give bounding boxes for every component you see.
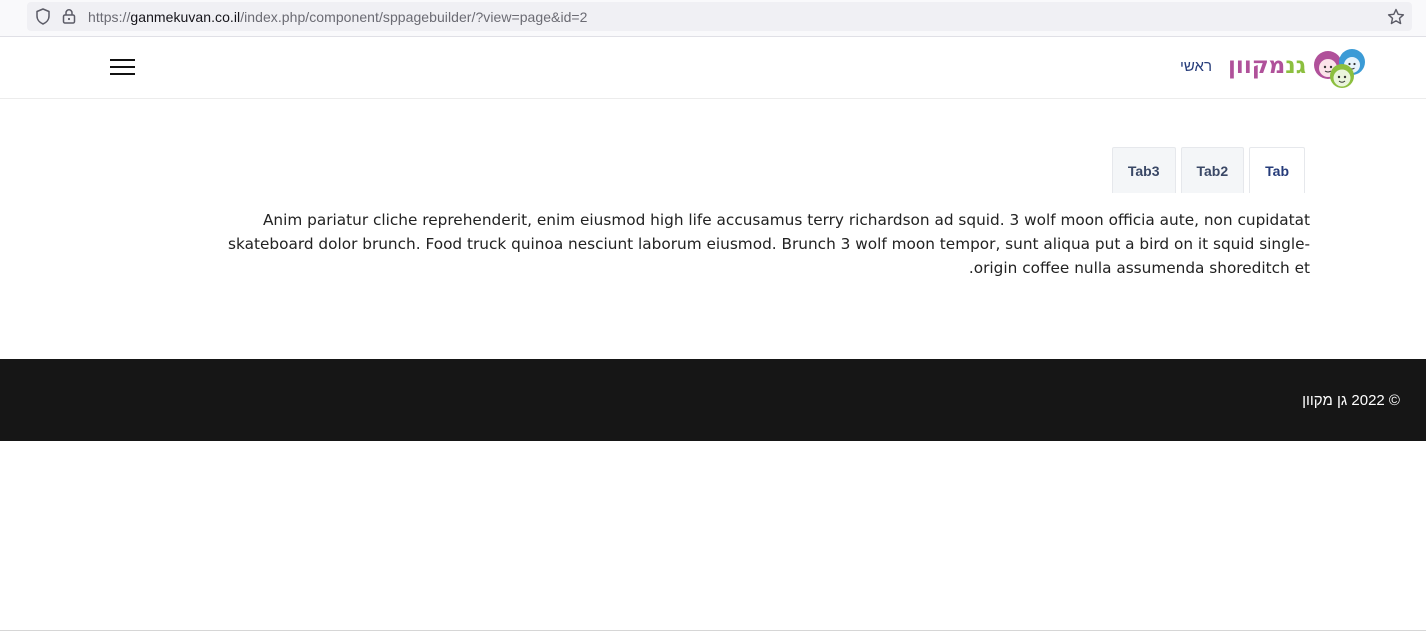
logo-faces-icon (1314, 49, 1365, 88)
divider (0, 630, 1426, 631)
lock-icon[interactable] (62, 8, 76, 24)
address-bar[interactable]: https://ganmekuvan.co.il/index.php/compo… (27, 2, 1412, 31)
tab-bar: Tab Tab2 Tab3 (1111, 147, 1305, 193)
nav-home-link[interactable]: ראשי (1180, 58, 1212, 75)
url-host: ganmekuvan.co.il (130, 9, 241, 25)
hamburger-line (110, 59, 135, 61)
tab-1[interactable]: Tab (1249, 147, 1305, 193)
tab-content-text: Anim pariatur cliche reprehenderit, enim… (228, 211, 1310, 277)
tab-2[interactable]: Tab2 (1180, 147, 1245, 193)
shield-icon[interactable] (35, 8, 51, 25)
site-footer: © 2022 גן מקוון (0, 359, 1426, 441)
site-logo[interactable]: גנמקוון (1228, 47, 1370, 89)
star-icon[interactable] (1387, 8, 1405, 26)
url-path: /index.php/component/sppagebuilder/?view… (240, 9, 588, 25)
hamburger-menu-icon[interactable] (110, 57, 135, 77)
hamburger-line (110, 73, 135, 75)
site-header: ראשי גנמקוון (0, 37, 1426, 99)
url-scheme: https:// (88, 9, 131, 25)
tab-3[interactable]: Tab3 (1111, 147, 1176, 193)
logo-text-part2: מקוון (1228, 53, 1286, 79)
logo-text-part1: גנ (1285, 53, 1306, 79)
url-text[interactable]: https://ganmekuvan.co.il/index.php/compo… (88, 9, 588, 25)
hamburger-line (110, 66, 135, 68)
logo-text: גנמקוון (1228, 53, 1306, 79)
copyright-text: © 2022 גן מקוון (1302, 392, 1400, 409)
browser-toolbar: https://ganmekuvan.co.il/index.php/compo… (0, 0, 1426, 37)
